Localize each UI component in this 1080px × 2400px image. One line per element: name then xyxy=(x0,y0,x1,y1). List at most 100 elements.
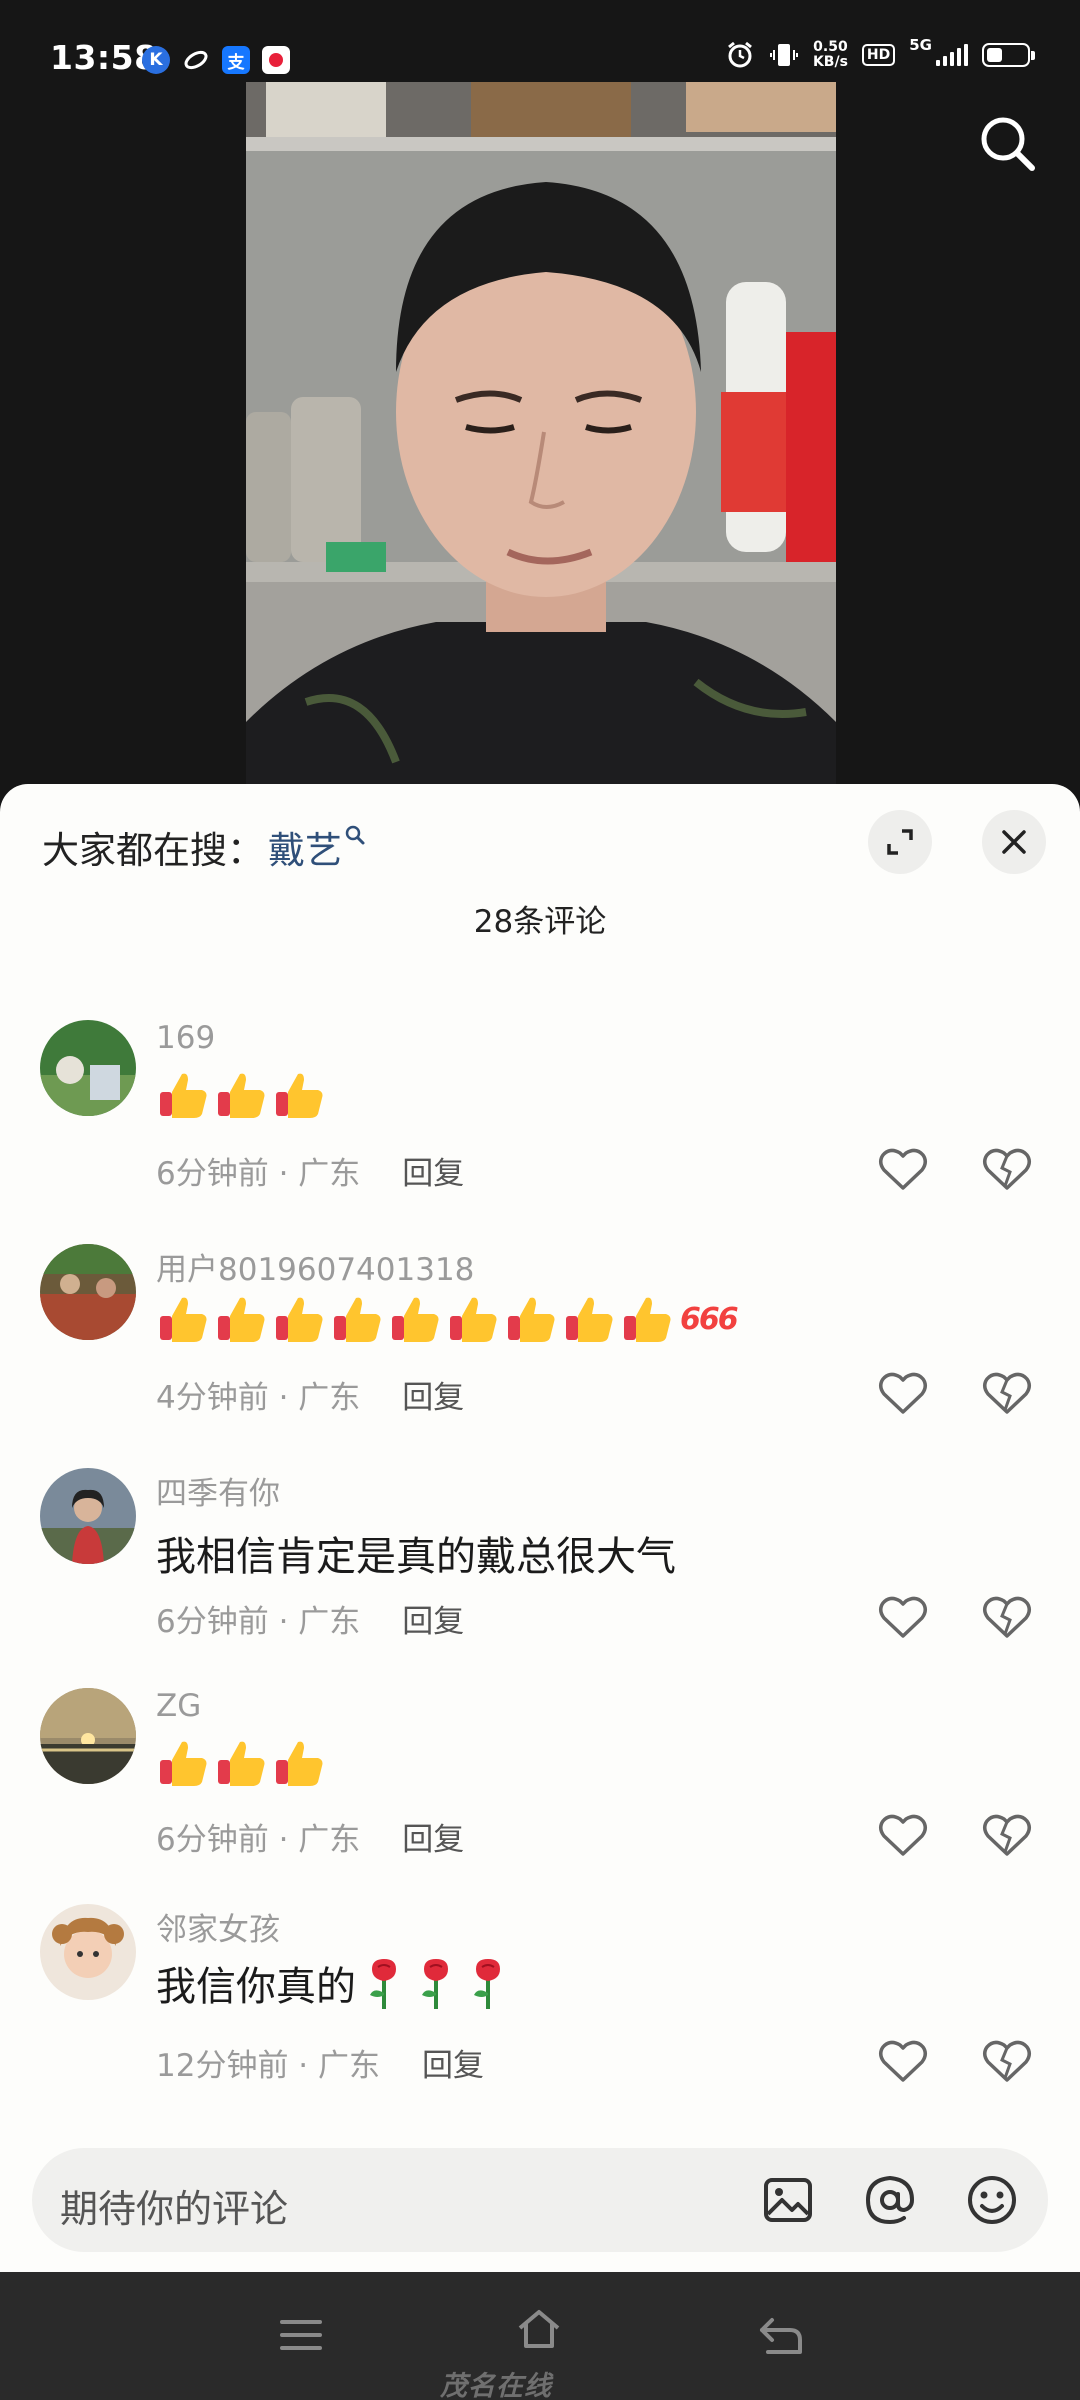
thumbs-up-emoji xyxy=(276,1297,323,1342)
network-type: 5G xyxy=(909,36,932,54)
rose-emoji xyxy=(422,1959,448,2009)
hd-badge: HD xyxy=(861,44,896,66)
thumbs-up-emoji xyxy=(334,1297,381,1342)
comment-panel: 大家都在搜： 戴艺 28条评论 169 6分钟前 · 广东 回复 用户80196… xyxy=(0,784,1080,2272)
avatar[interactable] xyxy=(40,1244,136,1340)
video-player[interactable] xyxy=(246,82,836,787)
dislike-icon[interactable] xyxy=(982,1146,1032,1192)
close-button[interactable] xyxy=(982,810,1046,874)
comment-location: 广东 xyxy=(318,2048,381,2084)
comment-count: 28条评论 xyxy=(473,904,607,940)
comment-location: 广东 xyxy=(298,1604,361,1640)
comment-text: 我相信肯定是真的戴总很大气 xyxy=(156,1534,676,1580)
comment-meta: 6分钟前 · 广东 回复 xyxy=(156,1604,465,1640)
like-icon[interactable] xyxy=(878,2038,928,2084)
comment-username[interactable]: 用户8019607401318 xyxy=(156,1244,474,1289)
comment-username[interactable]: ZG xyxy=(156,1688,201,1724)
hot-search-term[interactable]: 戴艺 xyxy=(268,820,342,874)
expand-button[interactable] xyxy=(868,810,932,874)
reply-button[interactable]: 回复 xyxy=(422,2048,484,2084)
menu-icon[interactable] xyxy=(276,2312,326,2358)
comment-username[interactable]: 邻家女孩 xyxy=(156,1904,280,1949)
thumbs-up-emoji xyxy=(508,1297,555,1342)
like-icon[interactable] xyxy=(878,1370,928,1416)
comment-username[interactable]: 169 xyxy=(156,1020,215,1056)
thumbs-up-emoji xyxy=(160,1741,207,1786)
like-icon[interactable] xyxy=(878,1146,928,1192)
k-app-icon: K xyxy=(142,46,170,74)
image-icon[interactable] xyxy=(760,2172,816,2228)
like-icon[interactable] xyxy=(878,1594,928,1640)
comment-text-body: 我信你真的 xyxy=(156,1964,356,2010)
emoji-icon[interactable] xyxy=(964,2172,1020,2228)
avatar[interactable] xyxy=(40,1904,136,2000)
comment-text: 我信你真的 xyxy=(156,1954,512,2012)
battery-icon xyxy=(982,43,1035,67)
thumbs-up-emoji xyxy=(218,1741,265,1786)
at-icon[interactable] xyxy=(862,2172,918,2228)
comment-location: 广东 xyxy=(298,1156,361,1192)
666-emoji: 666 xyxy=(680,1301,739,1337)
rose-emoji xyxy=(474,1959,500,2009)
comment-time: 12分钟前 xyxy=(156,2048,289,2084)
comment-text: 666 xyxy=(156,1292,739,1346)
dislike-icon[interactable] xyxy=(982,1594,1032,1640)
dislike-icon[interactable] xyxy=(982,2038,1032,2084)
reply-button[interactable]: 回复 xyxy=(402,1604,464,1640)
comment-meta: 6分钟前 · 广东 回复 xyxy=(156,1156,465,1192)
expand-icon xyxy=(887,829,913,855)
dislike-icon[interactable] xyxy=(982,1370,1032,1416)
reply-button[interactable]: 回复 xyxy=(402,1156,464,1192)
home-icon[interactable] xyxy=(514,2306,564,2352)
comment-input[interactable]: 期待你的评论 xyxy=(32,2148,1048,2252)
avatar[interactable] xyxy=(40,1020,136,1116)
comment-meta: 6分钟前 · 广东 回复 xyxy=(156,1822,465,1858)
thumbs-up-emoji xyxy=(450,1297,497,1342)
hot-search-label: 大家都在搜： xyxy=(42,829,264,872)
reply-button[interactable]: 回复 xyxy=(402,1380,464,1416)
status-indicators: 0.50 KB/s HD 5G xyxy=(725,36,1035,70)
thumbs-up-emoji xyxy=(276,1073,323,1118)
video-frame-image xyxy=(246,82,836,787)
thumbs-up-emoji xyxy=(218,1073,265,1118)
signal-icon xyxy=(936,44,968,66)
thumbs-up-emoji xyxy=(160,1073,207,1118)
hot-search-icon xyxy=(345,825,365,845)
back-icon[interactable] xyxy=(756,2312,806,2358)
alipay-icon: 支 xyxy=(222,46,250,74)
close-icon xyxy=(1002,830,1026,854)
comment-location: 广东 xyxy=(298,1380,361,1416)
comment-text xyxy=(156,1068,326,1122)
comment-username[interactable]: 四季有你 xyxy=(156,1468,280,1513)
avatar[interactable] xyxy=(40,1688,136,1784)
comment-input-placeholder: 期待你的评论 xyxy=(60,2187,289,2231)
thumbs-up-emoji xyxy=(624,1297,671,1342)
search-icon[interactable] xyxy=(976,112,1038,174)
hot-search: 大家都在搜： 戴艺 xyxy=(42,820,366,874)
net-speed: 0.50 KB/s xyxy=(812,39,848,70)
avatar[interactable] xyxy=(40,1468,136,1564)
watermark: 茂名在线 xyxy=(440,2371,552,2400)
comment-time: 4分钟前 xyxy=(156,1380,269,1416)
thumbs-up-emoji xyxy=(276,1741,323,1786)
thumbs-up-emoji xyxy=(566,1297,613,1342)
comment-location: 广东 xyxy=(298,1822,361,1858)
comment-meta: 12分钟前 · 广东 回复 xyxy=(156,2048,485,2084)
alarm-icon xyxy=(728,41,752,68)
rose-emoji xyxy=(370,1959,396,2009)
thumbs-up-emoji xyxy=(160,1297,207,1342)
comment-meta: 4分钟前 · 广东 回复 xyxy=(156,1380,465,1416)
comment-time: 6分钟前 xyxy=(156,1156,269,1192)
status-app-icons: K 支 xyxy=(142,46,290,74)
like-icon[interactable] xyxy=(878,1812,928,1858)
comment-time: 6分钟前 xyxy=(156,1604,269,1640)
comment-time: 6分钟前 xyxy=(156,1822,269,1858)
red-app-icon xyxy=(262,46,290,74)
vibrate-icon xyxy=(769,44,798,66)
swirl-app-icon xyxy=(182,46,210,74)
reply-button[interactable]: 回复 xyxy=(402,1822,464,1858)
thumbs-up-emoji xyxy=(392,1297,439,1342)
comment-text xyxy=(156,1736,326,1790)
thumbs-up-emoji xyxy=(218,1297,265,1342)
dislike-icon[interactable] xyxy=(982,1812,1032,1858)
